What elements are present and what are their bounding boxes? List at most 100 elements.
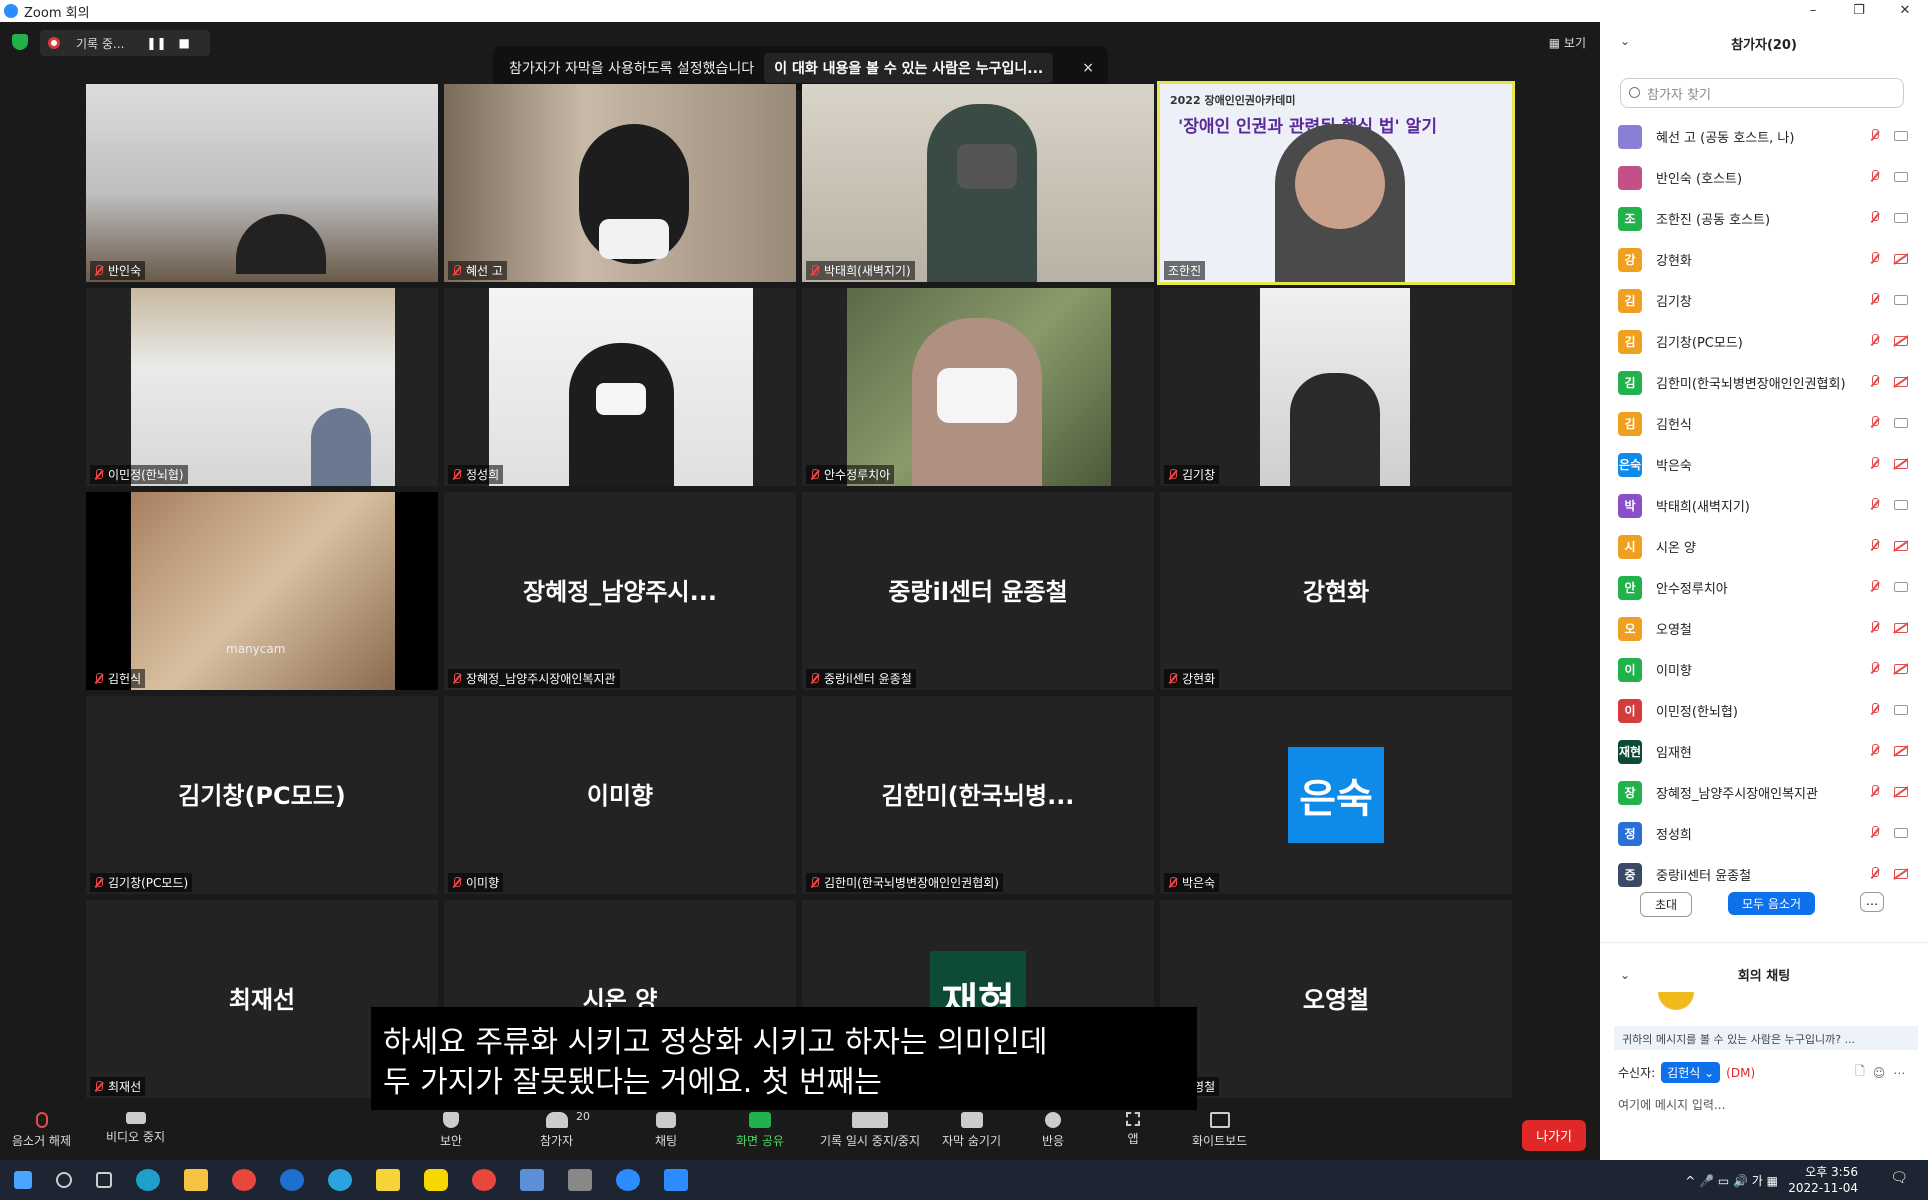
camera-off-icon[interactable] xyxy=(1894,458,1908,469)
mic-muted-icon[interactable] xyxy=(1870,539,1880,552)
camera-off-icon[interactable] xyxy=(1894,622,1908,633)
hide-captions-button[interactable]: 자막 숨기기 xyxy=(942,1112,1001,1149)
video-tile-active-speaker[interactable]: 2022 장애인인권아카데미 '장애인 인권과 관련된 핵심 법' 알기 조한진 xyxy=(1157,81,1515,285)
stop-record-icon[interactable]: ■ xyxy=(179,36,190,50)
mic-muted-icon[interactable] xyxy=(1870,621,1880,634)
participant-row[interactable]: 강 강현화 xyxy=(1618,239,1908,280)
ime-indicator[interactable]: 가 xyxy=(1752,1174,1763,1188)
mute-all-button[interactable]: 모두 음소거 xyxy=(1728,892,1816,915)
notification-icon[interactable]: 🗨 xyxy=(1890,1170,1908,1186)
participant-row[interactable]: 김 김기창 xyxy=(1618,280,1908,321)
calculator-icon[interactable] xyxy=(568,1169,592,1191)
mic-muted-icon[interactable] xyxy=(1870,129,1880,142)
security-shield-icon[interactable] xyxy=(12,34,28,50)
stop-video-button[interactable]: 비디오 중지 xyxy=(106,1112,165,1145)
video-tile[interactable]: manycam 김헌식 xyxy=(86,492,438,690)
mic-muted-icon[interactable] xyxy=(1870,785,1880,798)
participant-row[interactable]: 중 중랑il센터 윤종철 xyxy=(1618,854,1908,895)
participant-row[interactable]: 반인숙 (호스트) xyxy=(1618,157,1908,198)
windows-start-icon[interactable] xyxy=(14,1171,32,1189)
video-tile-off[interactable]: 중랑il센터 윤종철 중랑il센터 윤종철 xyxy=(802,492,1154,690)
video-tile[interactable]: 박태희(새벽지기) xyxy=(802,84,1154,282)
chat-button[interactable]: 채팅 xyxy=(655,1112,677,1149)
telegram-icon[interactable] xyxy=(328,1169,352,1191)
chat-message-input[interactable]: 여기에 메시지 입력... xyxy=(1618,1096,1725,1113)
mic-muted-icon[interactable] xyxy=(1870,580,1880,593)
record-pause-stop-button[interactable]: 기록 일시 중지/중지 xyxy=(820,1112,920,1149)
participant-row[interactable]: 김 김기창(PC모드) xyxy=(1618,321,1908,362)
video-tile[interactable]: 안수정루치아 xyxy=(802,288,1154,486)
search-icon[interactable] xyxy=(56,1172,72,1188)
unmute-button[interactable]: 음소거 해제 xyxy=(12,1112,71,1149)
edge-browser-icon[interactable] xyxy=(136,1169,160,1191)
camera-icon[interactable] xyxy=(1894,499,1908,510)
camera-icon[interactable] xyxy=(1894,212,1908,223)
camera-icon[interactable] xyxy=(1894,581,1908,592)
video-tile-off[interactable]: 김한미(한국뇌병... 김한미(한국뇌병변장애인인권협회) xyxy=(802,696,1154,894)
mic-muted-icon[interactable] xyxy=(1870,826,1880,839)
mic-muted-icon[interactable] xyxy=(1870,252,1880,265)
camera-icon[interactable] xyxy=(1894,417,1908,428)
participant-row[interactable]: 혜선 고 (공동 호스트, 나) xyxy=(1618,116,1908,157)
close-window-button[interactable]: ✕ xyxy=(1882,0,1928,22)
system-tray[interactable]: ^ 🎤 ▭ 🔊 가 ▦ xyxy=(1685,1172,1778,1189)
video-tile-off[interactable]: 오영철 오영철 xyxy=(1160,900,1512,1098)
video-tile-off[interactable]: 이미향 이미향 xyxy=(444,696,796,894)
notepad-icon[interactable] xyxy=(520,1169,544,1191)
video-tile-off[interactable]: 장혜정_남양주시... 장혜정_남양주시장애인복지관 xyxy=(444,492,796,690)
emoji-picker-icon[interactable]: ☺ xyxy=(1873,1066,1886,1080)
video-tile-off[interactable]: 강현화 강현화 xyxy=(1160,492,1512,690)
recipient-select[interactable]: 김헌식 ⌄ xyxy=(1661,1062,1721,1083)
participants-button[interactable]: 참가자 20 xyxy=(540,1110,590,1149)
chrome-profile-icon[interactable] xyxy=(472,1169,496,1191)
internet-explorer-icon[interactable] xyxy=(280,1169,304,1191)
video-tile[interactable]: 김기창 xyxy=(1160,288,1512,486)
pause-record-icon[interactable]: ❚❚ xyxy=(146,36,166,50)
file-icon[interactable]: 🗋 xyxy=(1855,1062,1865,1083)
app-taskbar-icon[interactable] xyxy=(664,1169,688,1191)
mic-muted-icon[interactable] xyxy=(1870,498,1880,511)
camera-icon[interactable] xyxy=(1894,171,1908,182)
reactions-button[interactable]: 반응 xyxy=(1042,1112,1064,1149)
video-tile[interactable]: 이민정(한뇌협) xyxy=(86,288,438,486)
kakaotalk-icon[interactable] xyxy=(424,1169,448,1191)
participant-search-input[interactable]: 참가자 찾기 xyxy=(1620,78,1904,108)
mic-muted-icon[interactable] xyxy=(1870,211,1880,224)
camera-off-icon[interactable] xyxy=(1894,253,1908,264)
video-tile-off[interactable]: 은숙 박은숙 xyxy=(1160,696,1512,894)
camera-off-icon[interactable] xyxy=(1894,335,1908,346)
chat-visibility-notice[interactable]: 귀하의 메시지를 볼 수 있는 사람은 누구입니까? ... xyxy=(1614,1026,1918,1050)
leave-button[interactable]: 나가기 xyxy=(1522,1120,1586,1151)
camera-icon[interactable] xyxy=(1894,827,1908,838)
participant-row[interactable]: 재현 임재현 xyxy=(1618,731,1908,772)
participant-row[interactable]: 이 이미향 xyxy=(1618,649,1908,690)
participant-row[interactable]: 이 이민정(한뇌협) xyxy=(1618,690,1908,731)
task-view-icon[interactable] xyxy=(96,1172,112,1188)
mic-muted-icon[interactable] xyxy=(1870,416,1880,429)
participant-row[interactable]: 김 김헌식 xyxy=(1618,403,1908,444)
more-options-button[interactable]: … xyxy=(1860,892,1884,912)
video-tile[interactable]: 정성희 xyxy=(444,288,796,486)
mic-muted-icon[interactable] xyxy=(1870,375,1880,388)
maximize-button[interactable]: ❐ xyxy=(1836,0,1882,22)
participant-row[interactable]: 장 장혜정_남양주시장애인복지관 xyxy=(1618,772,1908,813)
participant-row[interactable]: 시 시온 양 xyxy=(1618,526,1908,567)
mic-muted-icon[interactable] xyxy=(1870,662,1880,675)
camera-off-icon[interactable] xyxy=(1894,786,1908,797)
apps-button[interactable]: 앱 xyxy=(1126,1112,1140,1147)
video-tile[interactable]: 혜선 고 xyxy=(444,84,796,282)
security-button[interactable]: 보안 xyxy=(440,1112,462,1149)
mic-muted-icon[interactable] xyxy=(1870,703,1880,716)
file-explorer-icon[interactable] xyxy=(184,1169,208,1191)
camera-off-icon[interactable] xyxy=(1894,663,1908,674)
participant-row[interactable]: 조 조한진 (공동 호스트) xyxy=(1618,198,1908,239)
sticky-notes-icon[interactable] xyxy=(376,1169,400,1191)
chrome-icon[interactable] xyxy=(232,1169,256,1191)
participant-row[interactable]: 은숙 박은숙 xyxy=(1618,444,1908,485)
caption-visibility-button[interactable]: 이 대화 내용을 볼 수 있는 사람은 누구입니... xyxy=(764,53,1054,83)
camera-off-icon[interactable] xyxy=(1894,868,1908,879)
video-tile-off[interactable]: 김기창(PC모드) 김기창(PC모드) xyxy=(86,696,438,894)
share-screen-button[interactable]: 화면 공유 xyxy=(736,1112,784,1149)
participant-row[interactable]: 김 김한미(한국뇌병변장애인인권협회) xyxy=(1618,362,1908,403)
mic-muted-icon[interactable] xyxy=(1870,170,1880,183)
